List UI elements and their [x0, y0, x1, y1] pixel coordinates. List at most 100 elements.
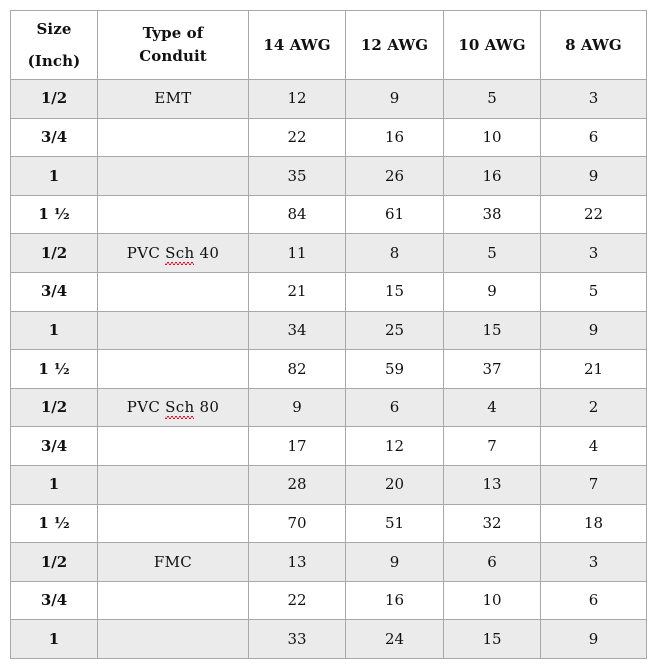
- cell-10-awg: 15: [443, 310, 541, 351]
- cell-8-awg: 4: [540, 426, 647, 466]
- cell-12-awg: 25: [345, 310, 444, 351]
- cell-8-awg: 3: [540, 542, 647, 582]
- cell-conduit-type: PVC Sch 40: [97, 233, 249, 273]
- cell-12-awg: 6: [345, 387, 444, 428]
- table-row: 1/2 PVC Sch 80 9 6 4 2: [10, 387, 647, 428]
- cell-conduit-type: [97, 426, 249, 466]
- cell-10-awg: 32: [443, 503, 541, 544]
- cell-14-awg: 33: [248, 619, 346, 659]
- cell-12-awg: 61: [345, 194, 444, 235]
- cell-8-awg: 2: [540, 387, 647, 428]
- table-row: 1 33 24 15 9: [10, 619, 647, 659]
- cell-10-awg: 9: [443, 271, 541, 312]
- conduit-type-prefix: PVC: [126, 398, 166, 417]
- cell-14-awg: 84: [248, 194, 346, 235]
- cell-8-awg: 18: [540, 503, 647, 544]
- cell-8-awg: 3: [540, 233, 647, 273]
- table-row: 3/4 22 16 10 6: [10, 580, 647, 621]
- cell-10-awg: 13: [443, 464, 541, 505]
- column-header-size-unit: (Inch): [27, 51, 81, 70]
- cell-size: 1 ½: [10, 194, 98, 235]
- cell-12-awg: 20: [345, 464, 444, 505]
- column-header-size: Size (Inch): [10, 10, 98, 80]
- table-row: 1/2 FMC 13 9 6 3: [10, 542, 647, 582]
- cell-conduit-type: [97, 619, 249, 659]
- cell-10-awg: 5: [443, 79, 541, 119]
- conduit-type-suffix: 40: [194, 243, 220, 262]
- cell-12-awg: 12: [345, 426, 444, 466]
- table-row: 1/2 PVC Sch 40 11 8 5 3: [10, 233, 647, 273]
- cell-10-awg: 10: [443, 117, 541, 158]
- table-row: 1/2 EMT 12 9 5 3: [10, 79, 647, 119]
- cell-12-awg: 9: [345, 79, 444, 119]
- cell-size: 1/2: [10, 233, 98, 273]
- cell-10-awg: 38: [443, 194, 541, 235]
- cell-size: 1: [10, 310, 98, 351]
- spellcheck-underlined-word: Sch: [165, 398, 195, 417]
- cell-10-awg: 6: [443, 542, 541, 582]
- cell-14-awg: 13: [248, 542, 346, 582]
- cell-14-awg: 12: [248, 79, 346, 119]
- cell-10-awg: 7: [443, 426, 541, 466]
- cell-12-awg: 9: [345, 542, 444, 582]
- column-header-type-line2: Conduit: [139, 47, 207, 65]
- cell-size: 1 ½: [10, 503, 98, 544]
- table-header: Size (Inch) Type of Conduit 14 AWG 12 AW…: [10, 10, 647, 80]
- spellcheck-underlined-word: Sch: [165, 243, 195, 262]
- table-body: 1/2 EMT 12 9 5 3 3/4 22 16 10 6 1 35 26 16 9 1 ½ 84 61 38 22…: [10, 79, 647, 659]
- cell-conduit-type: [97, 580, 249, 621]
- cell-14-awg: 28: [248, 464, 346, 505]
- cell-14-awg: 17: [248, 426, 346, 466]
- table-row: 1 34 25 15 9: [10, 310, 647, 351]
- cell-12-awg: 24: [345, 619, 444, 659]
- cell-8-awg: 9: [540, 619, 647, 659]
- cell-8-awg: 9: [540, 156, 647, 196]
- cell-14-awg: 82: [248, 349, 346, 389]
- table-row: 1 35 26 16 9: [10, 156, 647, 196]
- column-header-type-of-conduit: Type of Conduit: [97, 10, 249, 80]
- cell-size: 3/4: [10, 426, 98, 466]
- header-row: Size (Inch) Type of Conduit 14 AWG 12 AW…: [10, 10, 647, 80]
- table-row: 1 ½ 70 51 32 18: [10, 503, 647, 544]
- cell-size: 3/4: [10, 271, 98, 312]
- cell-conduit-type: [97, 310, 249, 351]
- cell-14-awg: 34: [248, 310, 346, 351]
- cell-12-awg: 16: [345, 580, 444, 621]
- cell-conduit-type: [97, 156, 249, 196]
- cell-10-awg: 16: [443, 156, 541, 196]
- cell-12-awg: 8: [345, 233, 444, 273]
- cell-conduit-type: [97, 271, 249, 312]
- column-header-8-awg: 8 AWG: [540, 10, 647, 80]
- cell-conduit-type: [97, 503, 249, 544]
- cell-14-awg: 9: [248, 387, 346, 428]
- conduit-type-prefix: PVC: [126, 243, 166, 262]
- cell-12-awg: 59: [345, 349, 444, 389]
- cell-14-awg: 70: [248, 503, 346, 544]
- column-header-10-awg: 10 AWG: [443, 10, 541, 80]
- cell-10-awg: 10: [443, 580, 541, 621]
- cell-10-awg: 5: [443, 233, 541, 273]
- cell-size: 1/2: [10, 79, 98, 119]
- cell-10-awg: 4: [443, 387, 541, 428]
- cell-size: 1/2: [10, 542, 98, 582]
- cell-8-awg: 3: [540, 79, 647, 119]
- table-row: 3/4 17 12 7 4: [10, 426, 647, 466]
- cell-size: 1 ½: [10, 349, 98, 389]
- cell-14-awg: 35: [248, 156, 346, 196]
- cell-size: 1: [10, 156, 98, 196]
- cell-10-awg: 37: [443, 349, 541, 389]
- cell-14-awg: 11: [248, 233, 346, 273]
- cell-14-awg: 22: [248, 117, 346, 158]
- column-header-type-line1: Type of: [142, 24, 204, 43]
- cell-conduit-type: [97, 464, 249, 505]
- table-row: 3/4 22 16 10 6: [10, 117, 647, 158]
- cell-12-awg: 16: [345, 117, 444, 158]
- cell-10-awg: 15: [443, 619, 541, 659]
- cell-conduit-type: FMC: [97, 542, 249, 582]
- cell-conduit-type: PVC Sch 80: [97, 387, 249, 428]
- conduit-fill-table: Size (Inch) Type of Conduit 14 AWG 12 AW…: [10, 10, 647, 659]
- conduit-type-suffix: 80: [194, 398, 220, 417]
- cell-12-awg: 51: [345, 503, 444, 544]
- column-header-12-awg: 12 AWG: [345, 10, 444, 80]
- cell-conduit-type: [97, 117, 249, 158]
